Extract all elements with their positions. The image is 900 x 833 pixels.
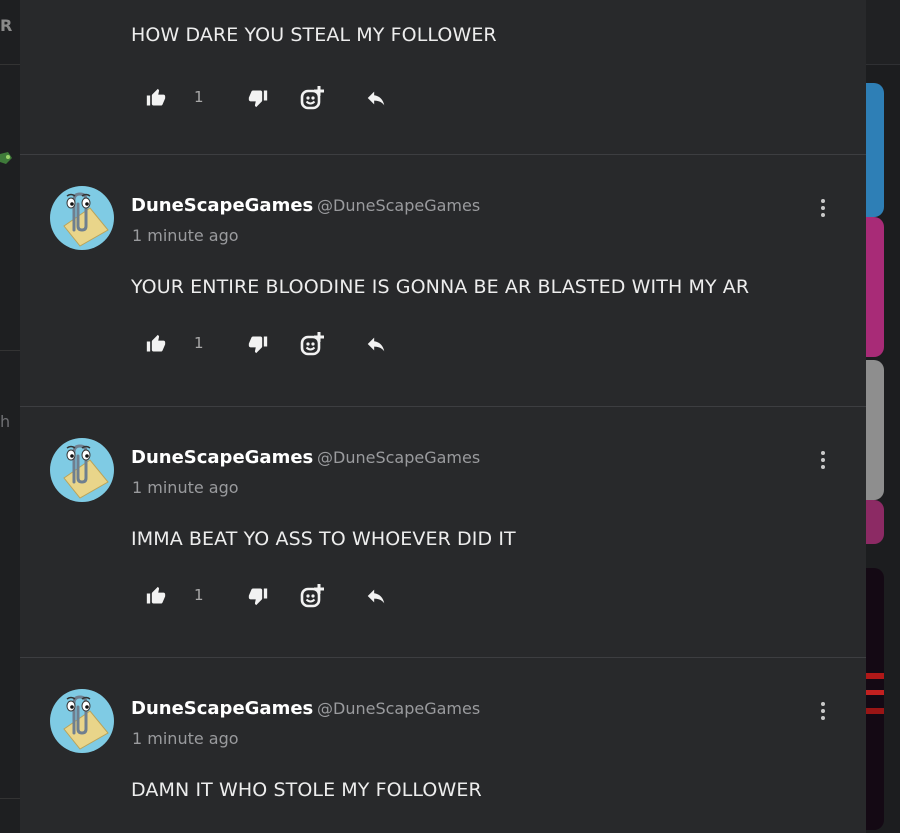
avatar[interactable]: [50, 689, 114, 753]
background-page-left: R h: [0, 0, 20, 833]
add-reaction-button[interactable]: [300, 581, 326, 611]
thumbs-up-icon: [146, 334, 166, 352]
paperclip-avatar-icon: [63, 695, 109, 750]
comment-author[interactable]: DuneScapeGames: [131, 447, 313, 468]
comment-divider: [20, 154, 866, 155]
reply-button[interactable]: [365, 83, 387, 113]
background-card: [866, 568, 884, 830]
thumbs-up-icon: [146, 586, 166, 604]
add-reaction-icon: [300, 332, 324, 356]
background-card: [866, 217, 884, 357]
more-vertical-icon: [821, 451, 825, 455]
more-options-button[interactable]: [810, 194, 836, 222]
comment-handle[interactable]: @DuneScapeGames: [317, 699, 480, 718]
background-card: [866, 500, 884, 544]
comment-timestamp: 1 minute ago: [132, 478, 239, 497]
avatar[interactable]: [50, 186, 114, 250]
reply-icon: [367, 91, 385, 106]
paperclip-avatar-icon: [63, 444, 109, 499]
comment-handle[interactable]: @DuneScapeGames: [317, 448, 480, 467]
background-header: [866, 0, 900, 65]
more-vertical-icon: [821, 702, 825, 706]
dislike-button[interactable]: [248, 329, 268, 359]
more-options-button[interactable]: [810, 697, 836, 725]
avatar[interactable]: [50, 438, 114, 502]
background-icon-fragment: [0, 146, 14, 170]
add-reaction-button[interactable]: [300, 329, 326, 359]
like-button[interactable]: [146, 329, 166, 359]
reply-icon: [367, 337, 385, 352]
thumbs-down-icon: [248, 588, 268, 606]
paperclip-avatar-icon: [63, 192, 109, 247]
reply-icon: [367, 589, 385, 604]
thumbs-down-icon: [248, 90, 268, 108]
like-count: 1: [194, 88, 204, 106]
comments-panel: HOW DARE YOU STEAL MY FOLLOWER 1 DuneSca…: [20, 0, 866, 833]
dislike-button[interactable]: [248, 83, 268, 113]
background-divider: [0, 64, 20, 65]
comment: HOW DARE YOU STEAL MY FOLLOWER 1: [20, 0, 866, 154]
like-button[interactable]: [146, 581, 166, 611]
comment-text: IMMA BEAT YO ASS TO WHOEVER DID IT: [131, 528, 516, 550]
background-divider: [0, 798, 20, 799]
reply-button[interactable]: [365, 581, 387, 611]
background-text-fragment: h: [0, 412, 11, 431]
dislike-button[interactable]: [248, 581, 268, 611]
like-button[interactable]: [146, 83, 166, 113]
like-count: 1: [194, 586, 204, 604]
add-reaction-button[interactable]: [300, 83, 326, 113]
thumbs-up-icon: [146, 88, 166, 106]
comment-text: DAMN IT WHO STOLE MY FOLLOWER: [131, 779, 482, 801]
more-vertical-icon: [821, 199, 825, 203]
comment-author[interactable]: DuneScapeGames: [131, 195, 313, 216]
comment-divider: [20, 406, 866, 407]
background-card: [866, 360, 884, 500]
add-reaction-icon: [300, 584, 324, 608]
background-divider: [0, 350, 20, 351]
comment-text: HOW DARE YOU STEAL MY FOLLOWER: [131, 24, 497, 46]
add-reaction-icon: [300, 86, 324, 110]
comment-divider: [20, 657, 866, 658]
comment-author[interactable]: DuneScapeGames: [131, 698, 313, 719]
more-options-button[interactable]: [810, 446, 836, 474]
comment: DuneScapeGames @DuneScapeGames 1 minute …: [20, 154, 866, 406]
comment-timestamp: 1 minute ago: [132, 226, 239, 245]
like-count: 1: [194, 334, 204, 352]
comment: DuneScapeGames @DuneScapeGames 1 minute …: [20, 406, 866, 658]
comment-timestamp: 1 minute ago: [132, 729, 239, 748]
reply-button[interactable]: [365, 329, 387, 359]
background-card: [866, 83, 884, 217]
comment-text: YOUR ENTIRE BLOODINE IS GONNA BE AR BLAS…: [131, 276, 750, 298]
thumbs-down-icon: [248, 336, 268, 354]
comment: DuneScapeGames @DuneScapeGames 1 minute …: [20, 657, 866, 833]
comment-handle[interactable]: @DuneScapeGames: [317, 196, 480, 215]
background-text-fragment: R: [0, 16, 13, 35]
